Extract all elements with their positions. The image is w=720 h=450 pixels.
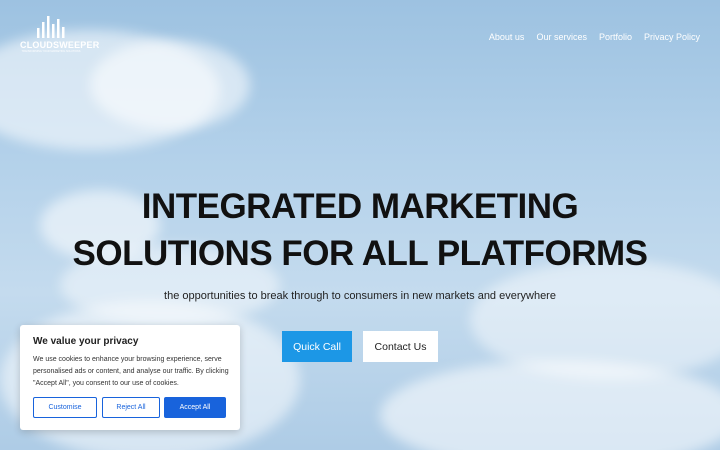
sound-wave-bars-icon — [20, 14, 82, 40]
accept-all-button[interactable]: Accept All — [164, 397, 226, 418]
site-logo[interactable]: CLOUDSWEEPER TRANSFORMING YOUR MARKETING… — [20, 14, 100, 60]
customise-button[interactable]: Customise — [33, 397, 97, 418]
main-navigation: About us Our services Portfolio Privacy … — [489, 32, 700, 42]
cookie-consent-banner: We value your privacy We use cookies to … — [20, 325, 240, 430]
logo-tagline: TRANSFORMING YOUR MARKETING SOLUTIONS — [21, 50, 81, 53]
cookie-banner-title: We value your privacy — [33, 336, 139, 347]
headline-line-1: INTEGRATED MARKETING — [141, 187, 579, 226]
hero-headline: INTEGRATED MARKETING SOLUTIONS FOR ALL P… — [0, 183, 720, 277]
nav-item-services[interactable]: Our services — [536, 32, 587, 42]
headline-line-2: SOLUTIONS FOR ALL PLATFORMS — [72, 234, 649, 273]
nav-item-about[interactable]: About us — [489, 32, 525, 42]
nav-item-portfolio[interactable]: Portfolio — [599, 32, 632, 42]
hero-subheadline: the opportunities to break through to co… — [164, 290, 556, 302]
cookie-banner-text: We use cookies to enhance your browsing … — [33, 356, 229, 387]
cloud-decoration — [380, 360, 720, 450]
reject-all-button[interactable]: Reject All — [102, 397, 160, 418]
cloud-decoration — [90, 40, 250, 130]
quick-call-button[interactable]: Quick Call — [282, 331, 352, 362]
logo-wordmark: CLOUDSWEEPER — [20, 40, 100, 50]
nav-item-privacy-policy[interactable]: Privacy Policy — [644, 32, 700, 42]
contact-us-button[interactable]: Contact Us — [363, 331, 438, 362]
